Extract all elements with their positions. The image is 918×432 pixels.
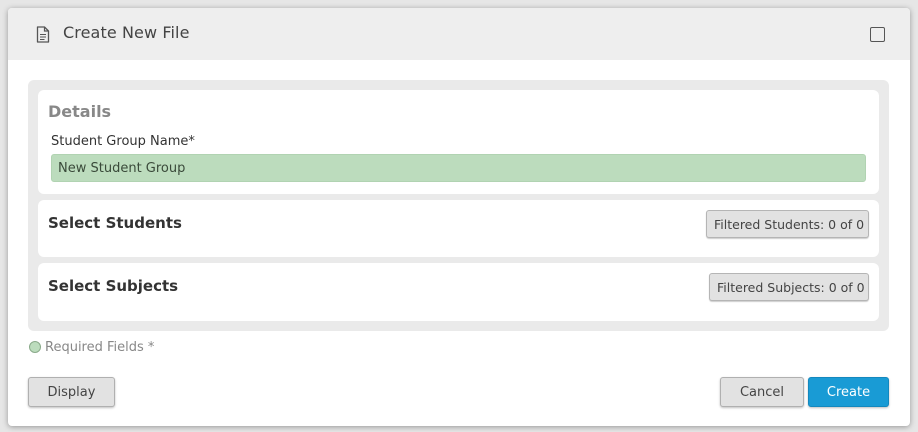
create-button[interactable]: Create (808, 377, 889, 407)
required-indicator-dot (29, 341, 41, 353)
maximize-icon[interactable] (870, 27, 885, 42)
select-students-heading: Select Students (48, 214, 182, 232)
document-icon (36, 26, 50, 43)
dialog-header: Create New File (8, 8, 910, 60)
details-heading: Details (48, 102, 112, 121)
form-panel: Details Student Group Name* Select Stude… (28, 80, 889, 331)
select-subjects-heading: Select Subjects (48, 277, 179, 295)
required-fields-note: Required Fields * (45, 340, 155, 355)
cancel-button[interactable]: Cancel (720, 377, 804, 407)
group-name-input[interactable] (51, 154, 866, 182)
filtered-subjects-button[interactable]: Filtered Subjects: 0 of 0 (709, 273, 869, 301)
filtered-students-button[interactable]: Filtered Students: 0 of 0 (706, 210, 869, 238)
create-file-dialog: Create New File Details Student Group Na… (8, 8, 910, 426)
group-name-label: Student Group Name* (51, 134, 195, 149)
dialog-title: Create New File (63, 23, 190, 42)
select-students-card[interactable]: Select Students Filtered Students: 0 of … (38, 200, 879, 257)
select-subjects-card[interactable]: Select Subjects Filtered Subjects: 0 of … (38, 263, 879, 321)
display-button[interactable]: Display (28, 377, 115, 407)
details-card: Details Student Group Name* (38, 90, 879, 194)
